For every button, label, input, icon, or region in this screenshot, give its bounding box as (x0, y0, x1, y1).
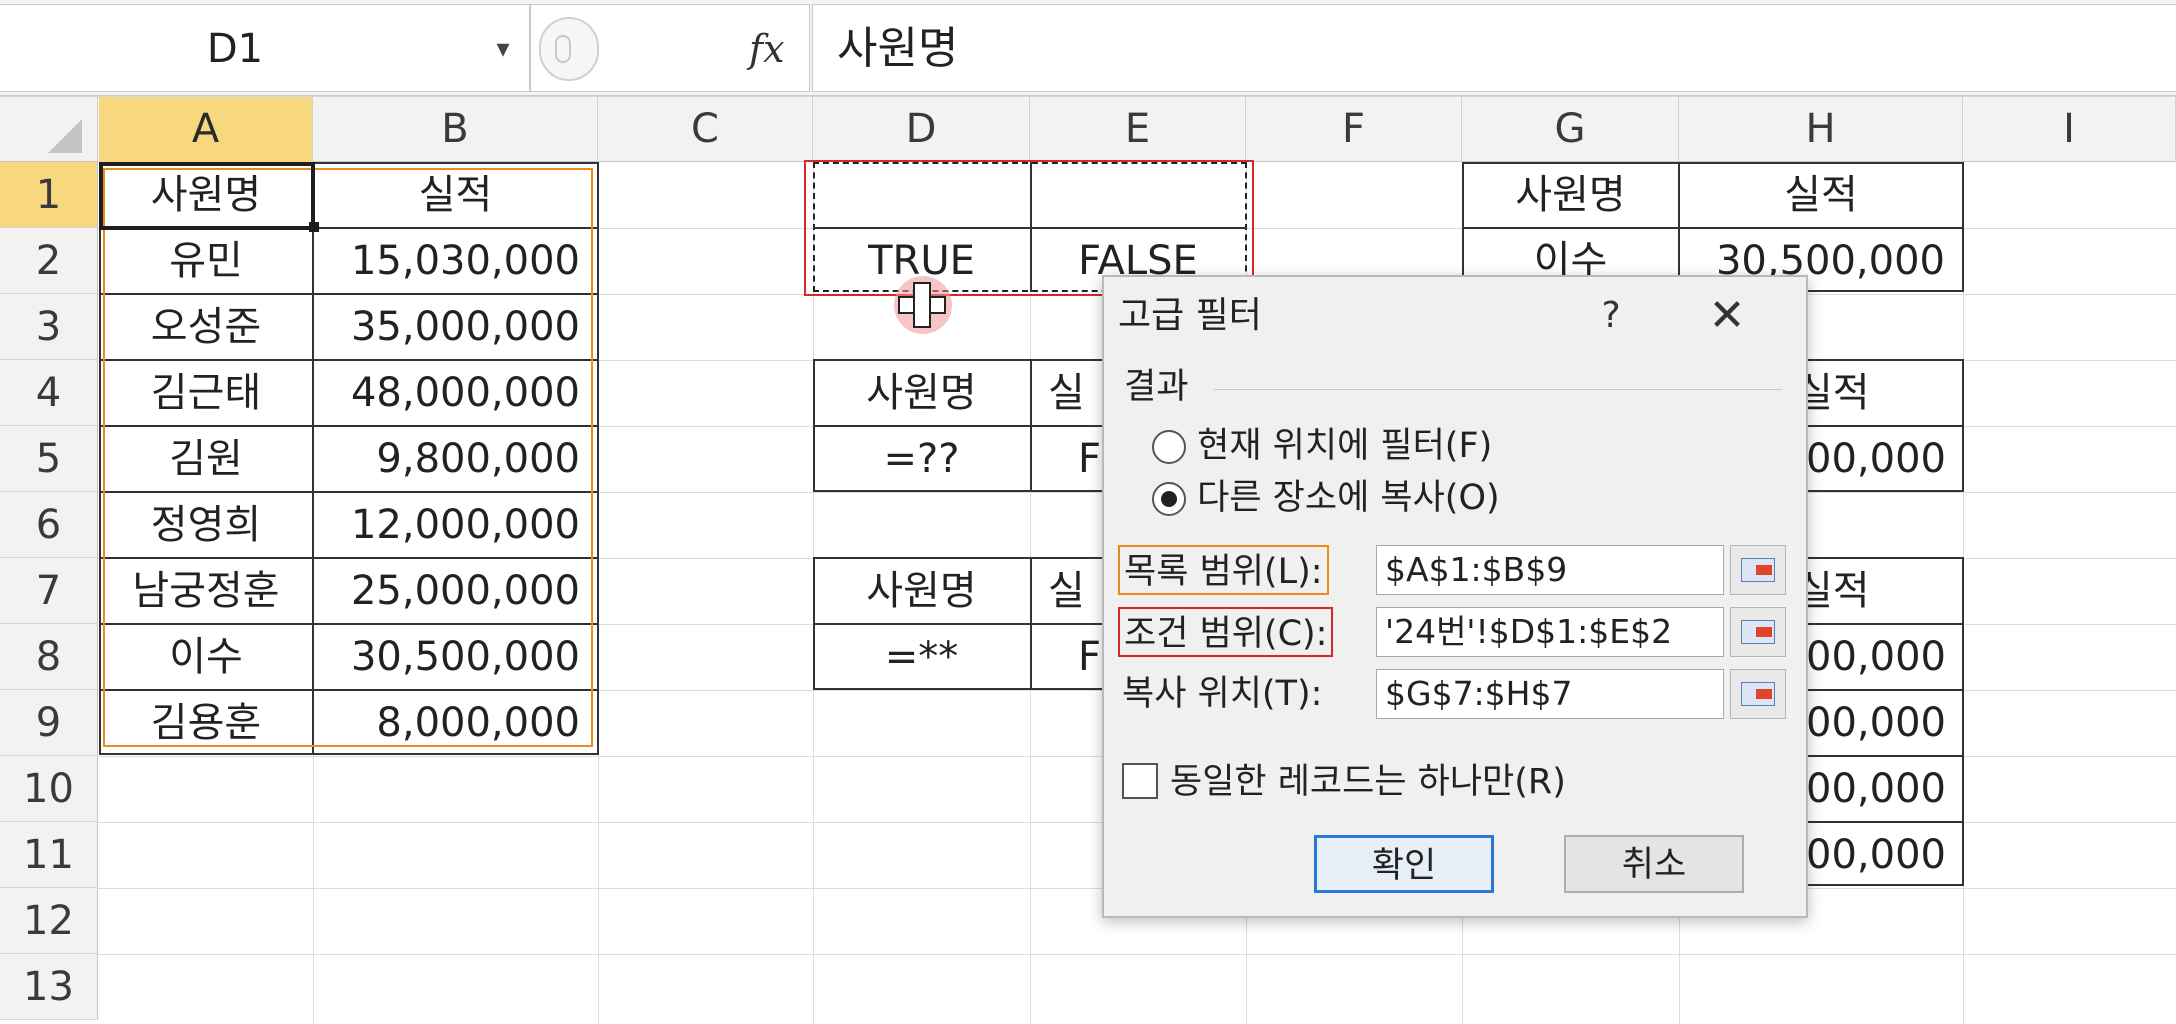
active-cell-outline (99, 162, 315, 230)
grid-line (98, 954, 2176, 955)
cell-d7[interactable]: 사원명 (813, 558, 1030, 624)
collapse-dialog-button[interactable] (1730, 669, 1786, 719)
insert-function-icon[interactable]: fx (749, 5, 785, 93)
cell-e4[interactable]: 실 (1048, 360, 1108, 426)
advanced-filter-dialog: 고급 필터 ? ✕ 결과 현재 위치에 필터(F) 다른 장소에 복사(O) 목… (1102, 275, 1808, 918)
dialog-title: 고급 필터 (1118, 295, 1262, 336)
result-group-label: 결과 (1124, 367, 1189, 407)
column-header-h[interactable]: H (1679, 97, 1963, 162)
cursor-icon (913, 282, 931, 328)
row-header-4[interactable]: 4 (0, 360, 98, 426)
radio-label: 다른 장소에 복사(O) (1197, 478, 1500, 518)
unique-records-checkbox[interactable] (1122, 763, 1158, 799)
criteria-range-input[interactable]: '24번'!$D$1:$E$2 (1376, 607, 1724, 657)
formula-tools: fx (530, 4, 810, 92)
row-header-5[interactable]: 5 (0, 426, 98, 492)
unique-records-label: 동일한 레코드는 하나만(R) (1170, 762, 1566, 802)
column-header-b[interactable]: B (313, 97, 598, 162)
column-header-c[interactable]: C (598, 97, 813, 162)
cell-h7[interactable]: 실적 (1796, 558, 1956, 624)
formula-input[interactable]: 사원명 (812, 4, 2176, 92)
radio-label: 현재 위치에 필터(F) (1197, 426, 1493, 466)
help-button[interactable]: ? (1586, 291, 1636, 341)
ok-button[interactable]: 확인 (1314, 835, 1494, 893)
splitter-handle-icon (555, 35, 571, 63)
row-header-7[interactable]: 7 (0, 558, 98, 624)
cell-g1[interactable]: 사원명 (1462, 162, 1679, 228)
cell-e7[interactable]: 실 (1048, 558, 1108, 624)
select-all-icon (48, 119, 82, 153)
cell-h11[interactable]: 00,000 (1796, 822, 1964, 888)
cell-h4[interactable]: 실적 (1796, 360, 1956, 426)
row-header-6[interactable]: 6 (0, 492, 98, 558)
close-icon[interactable]: ✕ (1700, 291, 1754, 341)
range-select-icon (1741, 682, 1775, 706)
column-header-d[interactable]: D (813, 97, 1030, 162)
row-header-11[interactable]: 11 (0, 822, 98, 888)
cell-h10[interactable]: 00,000 (1796, 756, 1964, 822)
formula-bar-splitter[interactable] (539, 17, 599, 81)
criteria-range-label: 조건 범위(C): (1118, 607, 1334, 657)
formula-bar: D1 ▾ fx 사원명 (0, 0, 2176, 96)
radio-button-selected-icon[interactable] (1152, 482, 1186, 516)
column-header-e[interactable]: E (1030, 97, 1246, 162)
column-header-g[interactable]: G (1462, 97, 1679, 162)
radio-button-icon[interactable] (1152, 430, 1186, 464)
column-header-i[interactable]: I (1963, 97, 2176, 162)
list-range-label: 목록 범위(L): (1118, 545, 1329, 595)
list-range-highlight (103, 168, 593, 747)
row-header-3[interactable]: 3 (0, 294, 98, 360)
row-header-12[interactable]: 12 (0, 888, 98, 954)
list-range-input[interactable]: $A$1:$B$9 (1376, 545, 1724, 595)
cell-h5[interactable]: 00,000 (1796, 426, 1964, 492)
cell-h8[interactable]: 00,000 (1796, 624, 1964, 690)
fill-handle[interactable] (309, 222, 319, 232)
cell-d4[interactable]: 사원명 (813, 360, 1030, 426)
chevron-down-icon[interactable]: ▾ (488, 5, 518, 93)
cell-d8[interactable]: =** (813, 624, 1030, 690)
row-header-8[interactable]: 8 (0, 624, 98, 690)
range-select-icon (1741, 558, 1775, 582)
column-header-row: A B C D E F G H I (0, 96, 2176, 162)
range-select-icon (1741, 620, 1775, 644)
row-header-1[interactable]: 1 (0, 162, 98, 228)
cell-h9[interactable]: 00,000 (1796, 690, 1964, 756)
row-header-2[interactable]: 2 (0, 228, 98, 294)
cancel-button[interactable]: 취소 (1564, 835, 1744, 893)
copy-to-label: 복사 위치(T): (1122, 674, 1323, 714)
cell-d5[interactable]: =?? (813, 426, 1030, 492)
copy-to-input[interactable]: $G$7:$H$7 (1376, 669, 1724, 719)
formula-text: 사원명 (837, 23, 959, 74)
group-divider (1214, 389, 1782, 390)
row-header-9[interactable]: 9 (0, 690, 98, 756)
row-header-10[interactable]: 10 (0, 756, 98, 822)
name-box-value: D1 (206, 26, 264, 72)
collapse-dialog-button[interactable] (1730, 545, 1786, 595)
row-header-13[interactable]: 13 (0, 954, 98, 1020)
select-all-button[interactable] (0, 97, 98, 162)
collapse-dialog-button[interactable] (1730, 607, 1786, 657)
column-header-f[interactable]: F (1246, 97, 1462, 162)
column-header-a[interactable]: A (99, 97, 313, 162)
cell-h1[interactable]: 실적 (1679, 162, 1963, 228)
radio-filter-in-place[interactable]: 현재 위치에 필터(F) (1152, 421, 1492, 471)
name-box[interactable]: D1 ▾ (0, 4, 530, 92)
radio-copy-to-another[interactable]: 다른 장소에 복사(O) (1152, 473, 1500, 523)
